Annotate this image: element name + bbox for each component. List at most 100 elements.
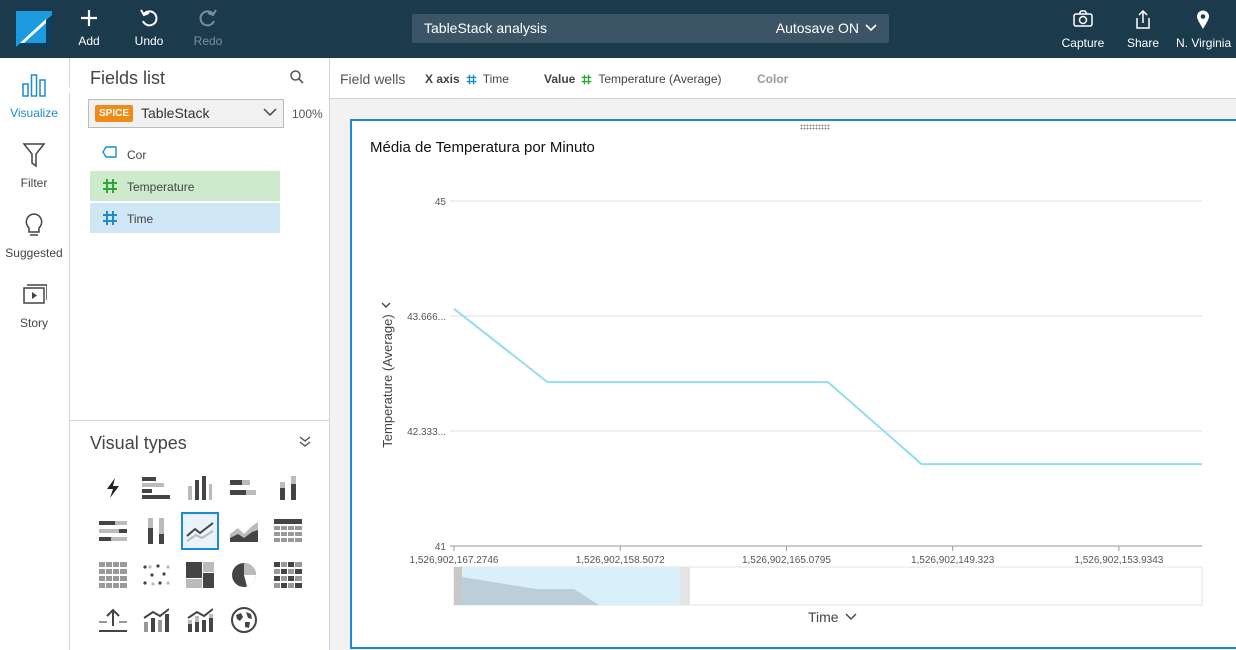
scatter-plot-icon[interactable]: [137, 556, 175, 594]
capture-label: Capture: [1061, 36, 1105, 50]
x-tick-label: 1,526,902,153.9343: [1074, 555, 1163, 566]
dataset-select[interactable]: SPICE TableStack: [88, 99, 284, 128]
spice-badge: SPICE: [95, 105, 134, 122]
field-wells-bar: Field wells X axis Time Value Temperatur…: [330, 58, 1236, 99]
collapse-icon[interactable]: [299, 435, 311, 453]
combo-stacked-icon[interactable]: [181, 601, 219, 639]
analysis-title[interactable]: TableStack analysis: [424, 20, 547, 36]
chevron-down-icon: [263, 108, 277, 117]
area-chart-icon[interactable]: [225, 512, 263, 550]
dataset-import-percent: 100%: [292, 107, 323, 121]
y-axis-title: Temperature (Average): [380, 314, 395, 447]
line-chart-visual[interactable]: Média de Temperatura por Minuto 45 43.666…: [350, 119, 1236, 649]
filter-icon: [0, 142, 68, 170]
share-icon: [1125, 9, 1161, 30]
rail-item-suggested[interactable]: Suggested: [0, 212, 68, 260]
table-icon[interactable]: [94, 556, 132, 594]
fields-list-title: Fields list: [90, 68, 166, 88]
field-item-cor[interactable]: Cor: [90, 139, 280, 169]
measure-hash-icon: [582, 74, 592, 84]
analysis-canvas: Média de Temperatura por Minuto 45 43.666…: [330, 99, 1236, 650]
x-tick-label: 1,526,902,165.0795: [742, 555, 831, 566]
fields-panel: Fields list SPICE TableStack 100% Cor Te…: [70, 58, 330, 420]
redo-icon: [192, 8, 224, 30]
horizontal-bar-chart-icon[interactable]: [137, 469, 175, 507]
color-well-label: Color: [757, 72, 789, 86]
story-label: Story: [19, 316, 48, 330]
region-selector[interactable]: N. Virginia: [1176, 10, 1236, 50]
measure-hash-icon: [466, 74, 477, 84]
quicksight-logo[interactable]: [16, 11, 52, 47]
y-tick-label: 45: [435, 197, 447, 208]
autosave-dropdown[interactable]: Autosave ON: [776, 20, 877, 36]
color-well[interactable]: Color: [757, 72, 788, 86]
range-slider-handle-left: [454, 567, 462, 605]
line-chart: 45 43.666... 42.333... 41 1,526,902,167.2746…: [380, 197, 1203, 606]
vertical-stacked-bar-icon[interactable]: [269, 469, 307, 507]
location-pin-icon: [1196, 10, 1236, 30]
horizontal-stacked-bar-icon[interactable]: [225, 469, 263, 507]
left-rail: Visualize Filter Suggested Story: [0, 58, 78, 650]
filter-label: Filter: [20, 176, 48, 190]
chevron-down-icon: [381, 302, 391, 308]
x-tick-label: 1,526,902,149.323: [911, 555, 995, 566]
field-wells-label[interactable]: Field wells: [340, 71, 405, 87]
measure-hash-icon: [102, 178, 118, 197]
field-label: Cor: [127, 148, 147, 162]
autosave-label: Autosave ON: [775, 20, 859, 36]
dimension-tag-icon: [102, 146, 118, 161]
suggested-label: Suggested: [5, 246, 63, 260]
value-field[interactable]: Temperature (Average): [598, 72, 721, 86]
field-label: Time: [127, 212, 154, 226]
field-item-time[interactable]: Time: [90, 203, 280, 233]
visual-types-title: Visual types: [90, 433, 187, 453]
share-label: Share: [1126, 36, 1160, 50]
story-icon: [0, 282, 68, 310]
horizontal-100-stacked-icon[interactable]: [94, 512, 132, 550]
lightbulb-icon: [0, 212, 68, 240]
kpi-icon[interactable]: [94, 601, 132, 639]
camera-icon: [1061, 10, 1105, 30]
autograph-icon[interactable]: [94, 469, 132, 507]
undo-label: Undo: [134, 34, 164, 48]
share-button[interactable]: Share: [1125, 9, 1161, 50]
measure-hash-icon: [102, 210, 118, 229]
rail-item-visualize[interactable]: Visualize: [0, 72, 78, 120]
visual-types-panel: Visual types: [70, 420, 330, 650]
undo-button[interactable]: Undo: [132, 8, 166, 48]
x-axis-title-label: Time: [808, 609, 839, 625]
search-icon[interactable]: [290, 70, 304, 89]
redo-button[interactable]: Redo: [192, 8, 224, 48]
add-button[interactable]: Add: [74, 8, 104, 48]
vertical-100-stacked-icon[interactable]: [137, 512, 175, 550]
top-bar: Add Undo Redo TableStack analysis Autosa…: [0, 0, 1236, 58]
x-axis-field[interactable]: Time: [483, 72, 509, 86]
chevron-down-icon: [865, 24, 877, 32]
bar-chart-icon: [0, 72, 68, 100]
undo-icon: [132, 8, 166, 30]
x-axis-well[interactable]: X axis Time: [425, 72, 509, 86]
heat-map-icon[interactable]: [269, 556, 307, 594]
x-axis-title[interactable]: Time: [808, 609, 857, 625]
rail-item-filter[interactable]: Filter: [0, 142, 68, 190]
x-tick-label: 1,526,902,167.2746: [410, 555, 499, 566]
add-label: Add: [78, 34, 100, 48]
line-chart-icon[interactable]: [181, 512, 219, 550]
chevron-down-icon: [845, 613, 857, 620]
pivot-table-icon[interactable]: [269, 512, 307, 550]
visualize-label: Visualize: [10, 106, 58, 120]
plus-icon: [74, 8, 104, 30]
combo-line-bar-icon[interactable]: [137, 601, 175, 639]
analysis-title-bar[interactable]: TableStack analysis Autosave ON: [412, 14, 889, 43]
rail-item-story[interactable]: Story: [0, 282, 68, 330]
tree-map-icon[interactable]: [181, 556, 219, 594]
y-tick-label: 41: [435, 542, 447, 553]
pie-chart-icon[interactable]: [225, 556, 263, 594]
value-well[interactable]: Value Temperature (Average): [544, 72, 722, 86]
range-slider-handle-right: [680, 567, 690, 605]
field-item-temperature[interactable]: Temperature: [90, 171, 280, 201]
capture-button[interactable]: Capture: [1061, 10, 1105, 50]
geo-map-icon[interactable]: [225, 601, 263, 639]
region-label: N. Virginia: [1176, 36, 1232, 50]
vertical-bar-chart-icon[interactable]: [181, 469, 219, 507]
